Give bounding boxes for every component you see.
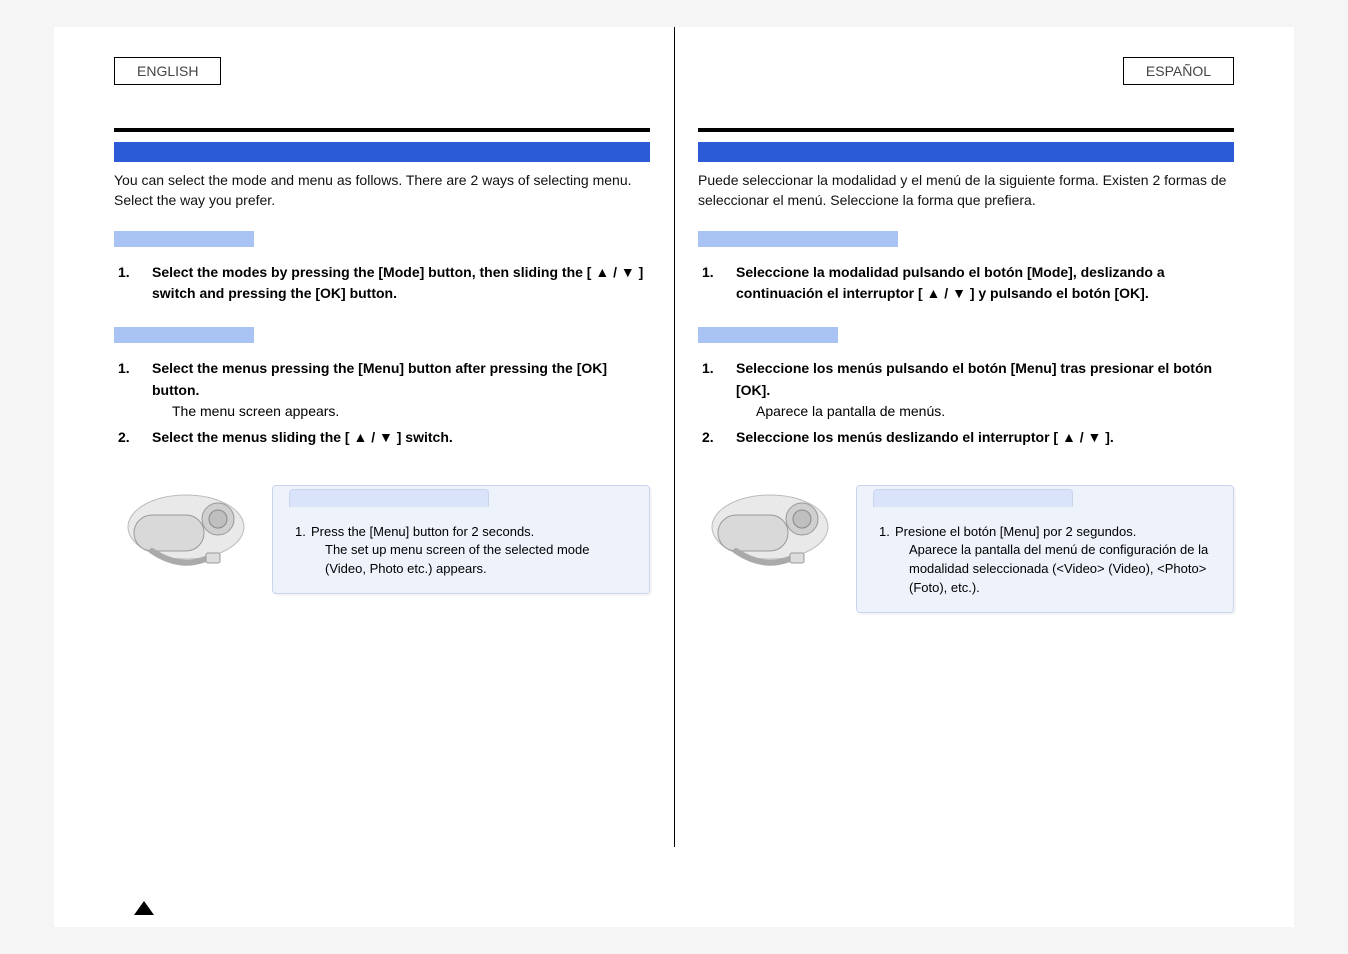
menu-subhead-es — [698, 327, 838, 343]
camera-illustration-en — [114, 485, 254, 580]
menu-subhead-en — [114, 327, 254, 343]
mode-subhead-en — [114, 231, 254, 247]
menu-step-1-es: Seleccione los menús pulsando el botón [… — [702, 358, 1234, 423]
tip-step-1-sub-en: The set up menu screen of the selected m… — [311, 541, 631, 579]
intro-en: You can select the mode and menu as foll… — [114, 170, 650, 211]
blue-heading-en — [114, 142, 650, 162]
mode-step-1-es: Seleccione la modalidad pulsando el botó… — [702, 262, 1234, 305]
menu-step-1-text-en: Select the menus pressing the [Menu] but… — [152, 360, 607, 398]
tip-step-1-es: Presione el botón [Menu] por 2 segundos.… — [879, 523, 1215, 598]
menu-list-en: Select the menus pressing the [Menu] but… — [118, 358, 650, 449]
tip-step-1-en: Press the [Menu] button for 2 seconds. T… — [295, 523, 631, 580]
language-label-es: ESPAÑOL — [1123, 57, 1234, 85]
tip-block-en: Press the [Menu] button for 2 seconds. T… — [114, 485, 650, 594]
menu-step-1-en: Select the menus pressing the [Menu] but… — [118, 358, 650, 423]
menu-list-es: Seleccione los menús pulsando el botón [… — [702, 358, 1234, 449]
blue-heading-es — [698, 142, 1234, 162]
mode-list-es: Seleccione la modalidad pulsando el botó… — [702, 262, 1234, 305]
language-label-en: ENGLISH — [114, 57, 221, 85]
rule-es — [698, 128, 1234, 132]
page-arrow-icon — [134, 901, 154, 915]
rule-en — [114, 128, 650, 132]
tip-step-1-sub-es: Aparece la pantalla del menú de configur… — [895, 541, 1215, 598]
tip-box-es: Presione el botón [Menu] por 2 segundos.… — [856, 485, 1234, 613]
column-english: ENGLISH Getting Started You can select t… — [104, 57, 674, 927]
intro-es: Puede seleccionar la modalidad y el menú… — [698, 170, 1234, 211]
mode-step-1-en: Select the modes by pressing the [Mode] … — [118, 262, 650, 305]
mode-list-en: Select the modes by pressing the [Mode] … — [118, 262, 650, 305]
tip-step-1-text-en: Press the [Menu] button for 2 seconds. — [311, 524, 534, 539]
column-spanish: ESPAÑOL Introducción Puede seleccionar l… — [674, 57, 1244, 927]
tip-tab-en — [289, 489, 489, 507]
mode-subhead-es — [698, 231, 898, 247]
menu-step-1-sub-es: Aparece la pantalla de menús. — [736, 401, 1234, 423]
menu-step-2-en: Select the menus sliding the [ ▲ / ▼ ] s… — [118, 427, 650, 449]
tip-step-1-text-es: Presione el botón [Menu] por 2 segundos. — [895, 524, 1136, 539]
menu-step-1-text-es: Seleccione los menús pulsando el botón [… — [736, 360, 1212, 398]
tip-box-en: Press the [Menu] button for 2 seconds. T… — [272, 485, 650, 594]
camera-illustration-es — [698, 485, 838, 580]
menu-step-1-sub-en: The menu screen appears. — [152, 401, 650, 423]
tip-tab-es — [873, 489, 1073, 507]
tip-block-es: Presione el botón [Menu] por 2 segundos.… — [698, 485, 1234, 613]
menu-step-2-es: Seleccione los menús deslizando el inter… — [702, 427, 1234, 449]
